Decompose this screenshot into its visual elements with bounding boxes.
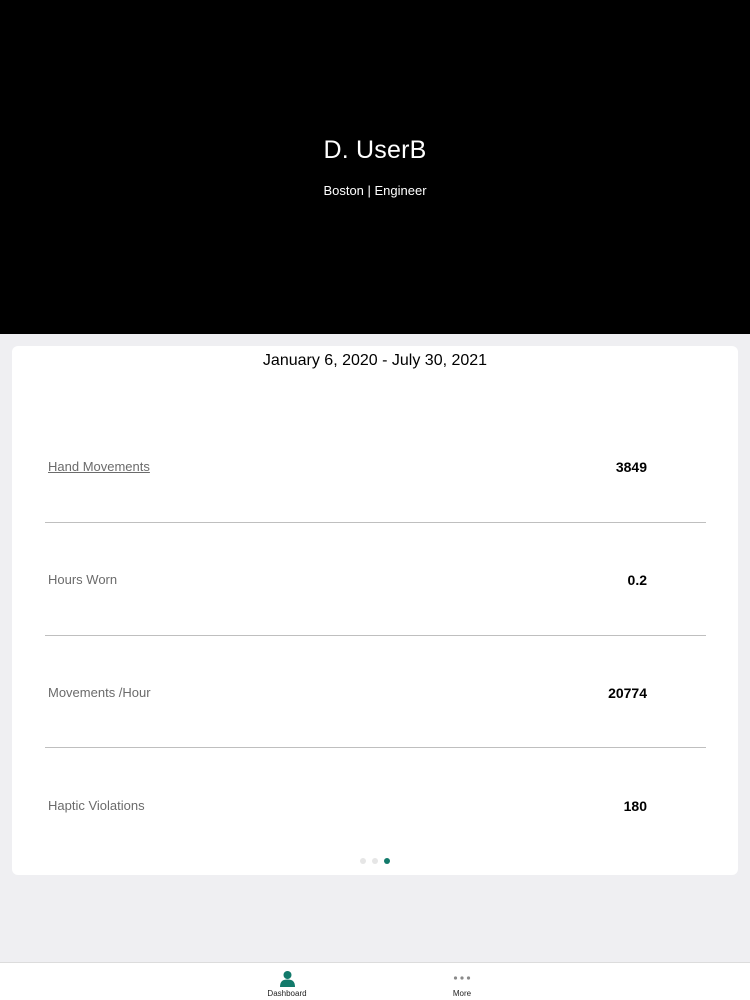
person-icon [279, 970, 295, 987]
profile-header: D. UserB Boston | Engineer [0, 0, 750, 334]
page-dot-1[interactable] [360, 858, 366, 864]
stat-row-movements-per-hour: Movements /Hour 20774 [45, 635, 706, 748]
stat-label-hours-worn: Hours Worn [48, 572, 118, 587]
stat-label-haptic-violations: Haptic Violations [48, 798, 145, 813]
more-dots-icon [453, 976, 471, 980]
user-name: D. UserB [323, 136, 427, 164]
stat-row-haptic-violations: Haptic Violations 180 [45, 748, 706, 861]
stat-value-hours-worn: 0.2 [627, 572, 647, 588]
stat-value-hand-movements: 3849 [615, 459, 647, 475]
page-indicator[interactable] [12, 858, 738, 864]
user-location-role: Boston | Engineer [323, 183, 427, 198]
tab-dashboard-label: Dashboard [267, 989, 307, 998]
tab-more-label: More [452, 989, 472, 998]
page-dot-3-active[interactable] [384, 858, 390, 864]
tab-dashboard[interactable]: Dashboard [247, 970, 327, 998]
tab-more[interactable]: More [422, 970, 502, 998]
stat-label-movements-per-hour: Movements /Hour [48, 685, 151, 700]
stat-row-hours-worn: Hours Worn 0.2 [45, 523, 706, 636]
stat-row-hand-movements[interactable]: Hand Movements 3849 [45, 410, 706, 523]
stat-value-haptic-violations: 180 [623, 798, 647, 814]
stat-value-movements-per-hour: 20774 [608, 685, 647, 701]
tab-bar: Dashboard More [0, 962, 750, 1000]
stat-label-hand-movements[interactable]: Hand Movements [48, 459, 150, 474]
page-dot-2[interactable] [372, 858, 378, 864]
summary-card[interactable]: January 6, 2020 - July 30, 2021 Hand Mov… [12, 346, 738, 875]
date-range: January 6, 2020 - July 30, 2021 [262, 352, 488, 369]
